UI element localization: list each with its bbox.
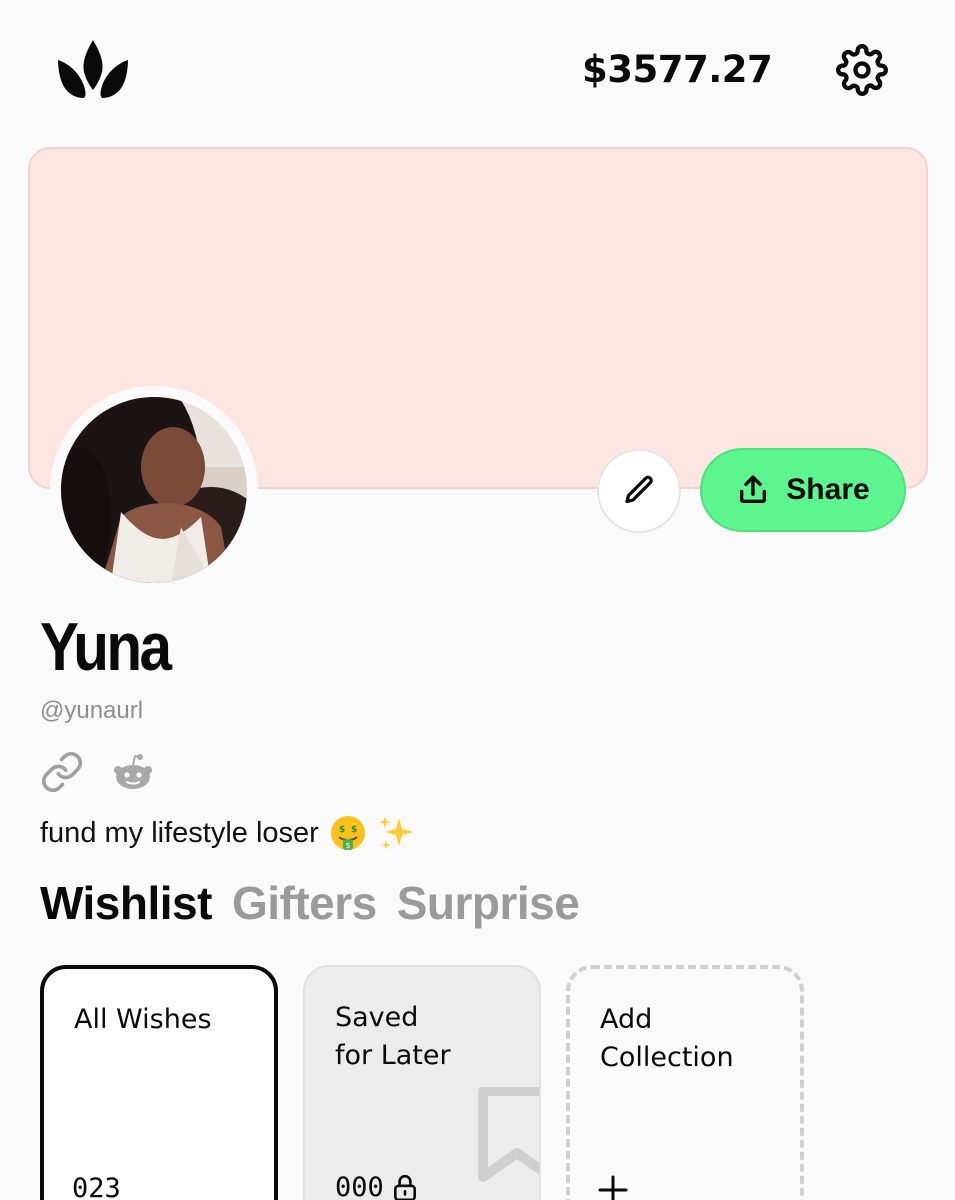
reddit-icon[interactable] <box>112 752 154 792</box>
profile-bio: fund my lifestyle loser $ $ $ <box>40 814 415 852</box>
svg-text:$: $ <box>351 825 357 835</box>
collection-title: Add Collection <box>600 1004 734 1073</box>
bookmark-icon <box>478 1087 539 1182</box>
tab-surprise[interactable]: Surprise <box>397 876 580 930</box>
app-logo-icon[interactable] <box>56 38 130 100</box>
tab-gifters[interactable]: Gifters <box>232 876 377 930</box>
svg-text:$: $ <box>339 825 345 835</box>
pencil-icon <box>625 475 653 504</box>
collection-count: 023 <box>72 1173 121 1200</box>
profile-handle: @yunaurl <box>40 697 144 724</box>
collection-title: Saved for Later <box>335 1002 451 1071</box>
sparkles-icon <box>378 816 413 850</box>
tab-wishlist[interactable]: Wishlist <box>40 876 212 930</box>
share-icon <box>740 475 767 504</box>
collection-count: 000 <box>335 1172 384 1200</box>
avatar[interactable] <box>61 397 247 583</box>
profile-name: Yuna <box>40 609 172 685</box>
collection-all-wishes[interactable]: All Wishes 023 <box>40 965 278 1200</box>
svg-text:$: $ <box>345 841 350 850</box>
collection-saved-for-later[interactable]: Saved for Later 000 <box>303 965 541 1200</box>
bio-text: fund my lifestyle loser <box>40 816 319 849</box>
lock-icon <box>393 1174 416 1200</box>
share-label: Share <box>786 473 870 506</box>
edit-profile-button[interactable] <box>597 449 681 533</box>
profile-tabs: Wishlist Gifters Surprise <box>40 876 580 930</box>
add-collection-button[interactable]: Add Collection <box>566 965 804 1200</box>
gear-icon[interactable] <box>836 44 888 96</box>
share-button[interactable]: Share <box>700 448 906 532</box>
money-mouth-face-icon: $ $ $ <box>330 816 365 850</box>
link-icon[interactable] <box>40 750 84 794</box>
wallet-balance: $3577.27 <box>582 48 773 91</box>
plus-icon <box>598 1175 628 1200</box>
collection-title: All Wishes <box>74 1004 212 1035</box>
